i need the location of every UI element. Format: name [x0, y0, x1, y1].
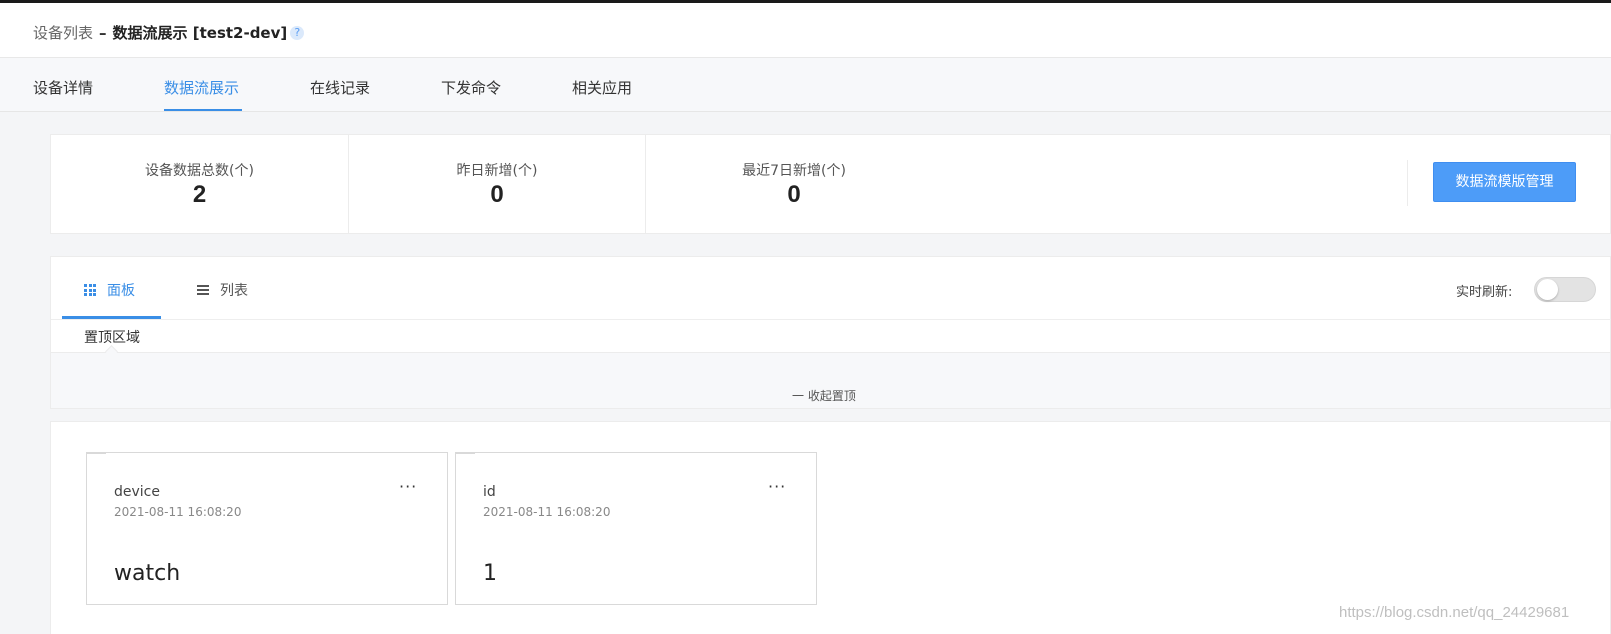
- realtime-refresh-toggle[interactable]: [1534, 277, 1596, 302]
- toggle-knob: [1537, 279, 1558, 300]
- help-icon[interactable]: ?: [290, 25, 305, 40]
- stats-divider: [1407, 160, 1408, 206]
- stat-last-7-days: 最近7日新增(个) 0: [645, 135, 942, 233]
- card-value: 1: [483, 561, 497, 586]
- tab-send-command[interactable]: 下发命令: [441, 77, 501, 98]
- data-stream-cards: device 2021-08-11 16:08:20 ··· watch id …: [50, 421, 1611, 634]
- device-tabs: 设备详情 数据流展示 在线记录 下发命令 相关应用: [0, 58, 1611, 112]
- card-corner: [86, 452, 106, 456]
- card-corner: [455, 452, 475, 456]
- stat-yesterday: 昨日新增(个) 0: [348, 135, 645, 233]
- stat-total: 设备数据总数(个) 2: [51, 135, 348, 233]
- view-tabs-border: [51, 319, 1611, 320]
- breadcrumb-current: 数据流展示 [test2-dev]: [112, 24, 288, 42]
- pinned-area-label: 置顶区域: [84, 330, 140, 346]
- breadcrumb-device-list-link[interactable]: 设备列表: [33, 22, 93, 43]
- active-tab-underline: [164, 109, 242, 111]
- data-card-device[interactable]: device 2021-08-11 16:08:20 ··· watch: [86, 452, 448, 605]
- page-header: 设备列表 – 数据流展示 [test2-dev] ?: [0, 3, 1611, 58]
- pinned-area: 一 收起置顶: [51, 352, 1610, 408]
- view-tab-list-label: 列表: [220, 283, 248, 299]
- tab-data-stream[interactable]: 数据流展示: [164, 77, 239, 98]
- card-timestamp: 2021-08-11 16:08:20: [114, 505, 242, 519]
- list-icon: [197, 283, 209, 297]
- card-timestamp: 2021-08-11 16:08:20: [483, 505, 611, 519]
- stat-yesterday-label: 昨日新增(个): [456, 163, 538, 179]
- tab-related-apps[interactable]: 相关应用: [572, 77, 632, 98]
- realtime-refresh-label: 实时刷新:: [1456, 285, 1513, 300]
- view-tab-board[interactable]: 面板: [84, 280, 135, 300]
- watermark: https://blog.csdn.net/qq_24429681: [1339, 604, 1570, 621]
- breadcrumb-separator: –: [99, 23, 107, 42]
- tab-online-records[interactable]: 在线记录: [310, 77, 370, 98]
- data-card-id[interactable]: id 2021-08-11 16:08:20 ··· 1: [455, 452, 817, 605]
- tab-device-details[interactable]: 设备详情: [33, 77, 93, 98]
- stat-last-7-days-value: 0: [787, 181, 801, 208]
- view-tab-list[interactable]: 列表: [197, 280, 248, 300]
- template-manage-button[interactable]: 数据流模版管理: [1433, 162, 1576, 202]
- card-stream-name: id: [483, 484, 496, 500]
- view-tab-board-label: 面板: [107, 283, 135, 299]
- stats-panel: 设备数据总数(个) 2 昨日新增(个) 0 最近7日新增(个) 0 数据流模版管…: [50, 134, 1611, 234]
- card-stream-name: device: [114, 484, 160, 500]
- collapse-pinned-button[interactable]: 一 收起置顶: [792, 387, 856, 404]
- more-menu-icon[interactable]: ···: [768, 477, 786, 496]
- stat-total-label: 设备数据总数(个): [145, 163, 254, 179]
- card-value: watch: [114, 561, 181, 586]
- grid-icon: [84, 284, 96, 296]
- more-menu-icon[interactable]: ···: [399, 477, 417, 496]
- stat-yesterday-value: 0: [490, 181, 504, 208]
- stat-total-value: 2: [192, 181, 207, 208]
- stat-last-7-days-label: 最近7日新增(个): [742, 163, 846, 179]
- view-panel: 面板 列表 实时刷新: 置顶区域 一 收起置顶: [50, 256, 1611, 409]
- breadcrumb: 设备列表 – 数据流展示 [test2-dev] ?: [33, 22, 305, 43]
